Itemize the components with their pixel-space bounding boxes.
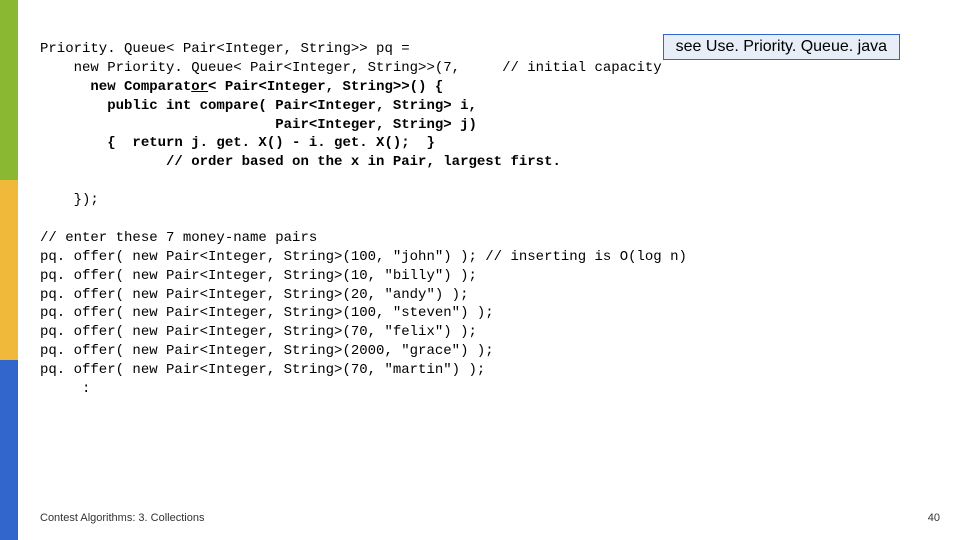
footer-title: Contest Algorithms: 3. Collections [40,512,204,524]
page-number: 40 [928,512,940,524]
code-line: pq. offer( new Pair<Integer, String>(100… [40,305,494,321]
code-comment: // enter these 7 money-name pairs [40,230,317,246]
code-line: pq. offer( new Pair<Integer, String>(10,… [40,268,477,284]
sidebar-stripe [0,0,18,540]
stripe-yellow [0,180,18,360]
code-line: : [40,381,90,397]
code-line: new Comparat [40,79,191,95]
stripe-blue [0,360,18,540]
code-block: Priority. Queue< Pair<Integer, String>> … [40,40,940,399]
code-line: { return j. get. X() - i. get. X(); } [40,135,435,151]
footer: Contest Algorithms: 3. Collections 40 [40,512,940,524]
code-line: new Priority. Queue< Pair<Integer, Strin… [40,60,662,76]
code-line: Pair<Integer, String> j) [40,117,477,133]
slide-content: Priority. Queue< Pair<Integer, String>> … [40,40,940,399]
code-line: // order based on the x in Pair, largest… [40,154,561,170]
code-line: < Pair<Integer, String>>() { [208,79,443,95]
code-line: pq. offer( new Pair<Integer, String>(70,… [40,324,477,340]
code-line: Priority. Queue< Pair<Integer, String>> … [40,41,410,57]
stripe-green [0,0,18,180]
code-line: public int compare( Pair<Integer, String… [40,98,477,114]
code-line: pq. offer( new Pair<Integer, String>(70,… [40,362,485,378]
code-underline: or [191,79,208,95]
code-line: }); [40,192,99,208]
code-line: pq. offer( new Pair<Integer, String>(20,… [40,287,468,303]
code-line: pq. offer( new Pair<Integer, String>(200… [40,343,494,359]
code-line: pq. offer( new Pair<Integer, String>(100… [40,249,687,265]
